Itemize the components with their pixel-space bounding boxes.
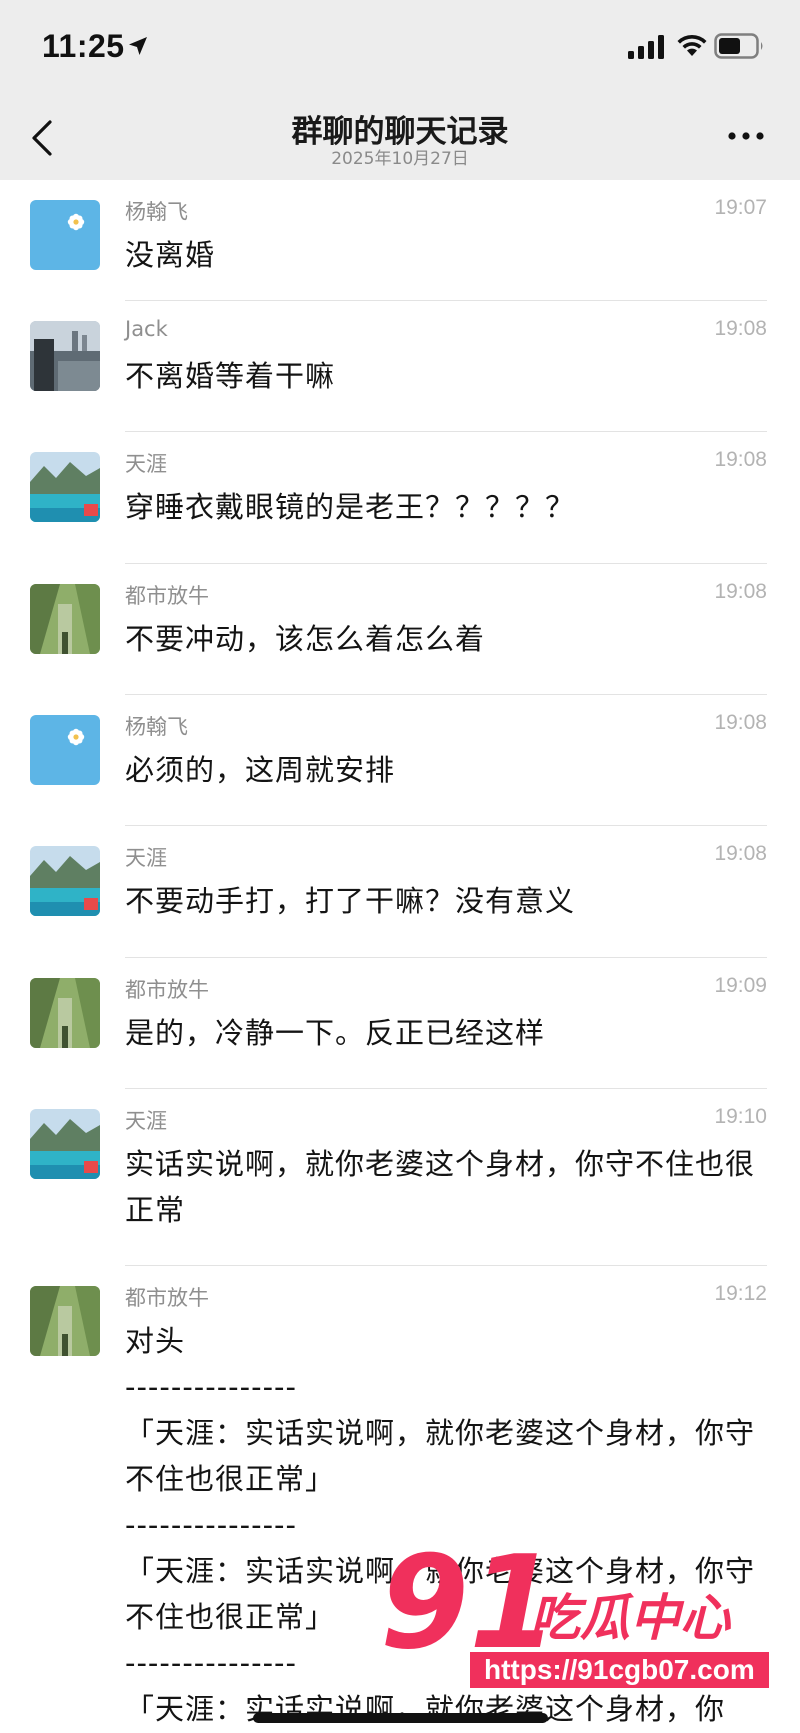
status-bar: 11:25: [0, 0, 800, 96]
message-time: 19:08: [714, 580, 767, 603]
sender-name: 天涯: [125, 1109, 167, 1133]
message-time: 19:08: [714, 317, 767, 340]
cellular-signal-icon: [628, 35, 664, 59]
message-time: 19:08: [714, 842, 767, 865]
message-item[interactable]: Jack 19:08 不离婚等着干嘛: [0, 301, 800, 432]
message-text: 是的，冷静一下。反正已经这样: [125, 1016, 546, 1050]
message-text: 穿睡衣戴眼镜的是老王？？？？？: [125, 490, 576, 524]
sender-name: 天涯: [125, 452, 167, 476]
quoted-message: 「天涯：实话实说啊，就你老婆这个身材，你守不住也很正常」: [125, 1416, 756, 1496]
more-options-icon[interactable]: [726, 126, 766, 146]
sender-name: 杨翰飞: [125, 715, 188, 739]
home-indicator[interactable]: [253, 1713, 548, 1723]
message-time: 19:12: [714, 1282, 767, 1305]
message-item[interactable]: 杨翰飞 19:07 没离婚: [0, 180, 800, 301]
quote-separator: ---------------: [125, 1370, 297, 1404]
avatar-flower[interactable]: [30, 200, 100, 270]
avatar-city[interactable]: [30, 321, 100, 391]
watermark-url: https://91cgb07.com: [470, 1652, 769, 1688]
location-arrow-icon: [129, 37, 147, 55]
avatar-lake[interactable]: [30, 1109, 100, 1179]
message-item[interactable]: 天涯 19:08 穿睡衣戴眼镜的是老王？？？？？: [0, 432, 800, 564]
message-text: 必须的，这周就安排: [125, 753, 396, 787]
message-time: 19:07: [714, 196, 767, 219]
message-time: 19:10: [714, 1105, 767, 1128]
message-item[interactable]: 都市放牛 19:09 是的，冷静一下。反正已经这样: [0, 958, 800, 1089]
message-text: 不要动手打，打了干嘛？没有意义: [125, 884, 576, 918]
message-item[interactable]: 杨翰飞 19:08 必须的，这周就安排: [0, 695, 800, 826]
avatar-lake[interactable]: [30, 452, 100, 522]
message-text: 实话实说啊，就你老婆这个身材，你守不住也很正常: [125, 1147, 756, 1227]
status-time: 11:25: [42, 28, 125, 64]
avatar-forest[interactable]: [30, 978, 100, 1048]
avatar-forest[interactable]: [30, 1286, 100, 1356]
sender-name: 都市放牛: [125, 584, 209, 608]
sender-name: Jack: [125, 317, 168, 341]
message-item[interactable]: 天涯 19:08 不要动手打，打了干嘛？没有意义: [0, 826, 800, 958]
message-text: 对头: [125, 1324, 186, 1358]
sender-name: 都市放牛: [125, 1286, 209, 1310]
watermark: 91 吃瓜中心 https://91cgb07.com: [380, 1540, 800, 1710]
avatar-lake[interactable]: [30, 846, 100, 916]
avatar-forest[interactable]: [30, 584, 100, 654]
sender-name: 杨翰飞: [125, 200, 188, 224]
avatar-flower[interactable]: [30, 715, 100, 785]
battery-icon: [714, 33, 763, 59]
wifi-icon: [677, 34, 707, 56]
message-text: 不要冲动，该怎么着怎么着: [125, 622, 486, 656]
nav-bar: 群聊的聊天记录 2025年10月27日: [0, 96, 800, 180]
message-item[interactable]: 都市放牛 19:08 不要冲动，该怎么着怎么着: [0, 564, 800, 695]
message-text: 不离婚等着干嘛: [125, 359, 336, 393]
message-list: 杨翰飞 19:07 没离婚 Jack 19:08 不离婚等着干嘛 天涯 19:0…: [0, 180, 800, 1726]
sender-name: 天涯: [125, 846, 167, 870]
message-time: 19:08: [714, 711, 767, 734]
message-text: 没离婚: [125, 238, 216, 272]
page-subtitle-date: 2025年10月27日: [331, 149, 469, 169]
watermark-name: 吃瓜中心: [530, 1589, 730, 1647]
message-item[interactable]: 天涯 19:10 实话实说啊，就你老婆这个身材，你守不住也很正常: [0, 1089, 800, 1266]
message-time: 19:09: [714, 974, 767, 997]
message-time: 19:08: [714, 448, 767, 471]
sender-name: 都市放牛: [125, 978, 209, 1002]
